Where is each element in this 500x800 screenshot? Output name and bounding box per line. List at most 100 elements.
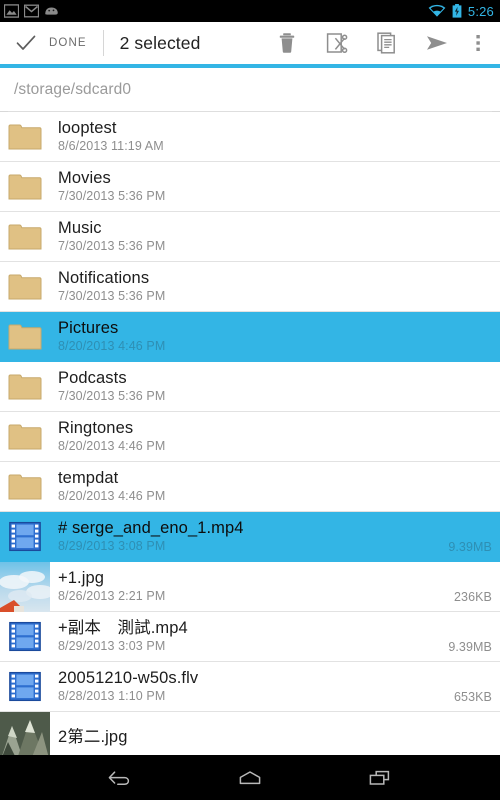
file-list-item[interactable]: 20051210-w50s.flv 8/28/2013 1:10 PM 653K… [0, 662, 500, 712]
recents-icon [369, 770, 390, 785]
video-file-icon [9, 521, 41, 552]
file-size: 653KB [453, 690, 492, 704]
nav-back-button[interactable] [97, 755, 143, 800]
image-thumbnail [0, 712, 50, 755]
image-thumbnail [0, 561, 50, 612]
file-list-item[interactable]: Movies 7/30/2013 5:36 PM [0, 162, 500, 212]
status-bar-system-icons: 5:26 [428, 4, 494, 18]
nav-recents-button[interactable] [357, 755, 403, 800]
status-bar-clock: 5:26 [467, 3, 494, 19]
path-bar[interactable]: /storage/sdcard0 [0, 68, 500, 112]
scissors-icon [326, 33, 348, 54]
file-list-item[interactable]: +1.jpg 8/26/2013 2:21 PM 236KB [0, 561, 500, 612]
file-meta: Movies 7/30/2013 5:36 PM [50, 169, 500, 204]
file-icon-cell [0, 312, 50, 362]
file-name: tempdat [58, 469, 119, 487]
file-manager-screen: 5:26 DONE 2 selected /storage/sdcard0 lo… [0, 0, 500, 800]
file-list-item[interactable]: Podcasts 7/30/2013 5:36 PM [0, 362, 500, 412]
folder-icon [8, 174, 42, 199]
file-date: 8/29/2013 3:03 PM [58, 639, 166, 653]
file-meta: 20051210-w50s.flv 8/28/2013 1:10 PM [50, 669, 454, 704]
status-bar-notification-icons [4, 4, 59, 18]
file-name: Pictures [58, 319, 119, 337]
file-date: 7/30/2013 5:36 PM [58, 289, 166, 303]
file-size: 9.39MB [448, 640, 492, 654]
file-size: 236KB [453, 590, 492, 604]
file-thumbnail-cell [0, 712, 50, 755]
file-date: 8/20/2013 4:46 PM [58, 439, 166, 453]
check-icon [16, 35, 36, 50]
android-face-icon [45, 7, 58, 15]
file-name: Music [58, 219, 102, 237]
file-list-item[interactable]: # serge_and_eno_1.mp4 8/29/2013 3:08 PM … [0, 512, 500, 562]
file-icon-cell [0, 612, 50, 662]
home-icon [239, 770, 261, 784]
file-date: 7/30/2013 5:36 PM [58, 389, 166, 403]
gmail-icon [24, 4, 39, 18]
file-size: 9.39MB [448, 540, 492, 554]
send-button[interactable] [412, 22, 462, 64]
file-name: +1.jpg [58, 569, 105, 587]
status-bar: 5:26 [0, 0, 500, 22]
file-meta: 2第二.jpg [50, 728, 500, 747]
file-list[interactable]: looptest 8/6/2013 11:19 AM Movies 7/30/2… [0, 112, 500, 755]
folder-icon [8, 224, 42, 249]
file-date: 8/20/2013 4:46 PM [58, 339, 166, 353]
navigation-bar [0, 755, 500, 800]
trash-icon [279, 33, 295, 53]
overflow-button[interactable] [462, 22, 494, 64]
back-arrow-icon [108, 770, 130, 785]
file-meta: +副本 測試.mp4 8/29/2013 3:03 PM [50, 619, 448, 654]
file-date: 8/20/2013 4:46 PM [58, 489, 166, 503]
video-file-icon [9, 671, 41, 702]
file-meta: Notifications 7/30/2013 5:36 PM [50, 269, 500, 304]
file-icon-cell [0, 112, 50, 162]
file-list-item[interactable]: 2第二.jpg [0, 712, 500, 755]
action-bar-buttons [262, 22, 494, 64]
action-bar: DONE 2 selected [0, 22, 500, 64]
file-list-item[interactable]: Pictures 8/20/2013 4:46 PM [0, 312, 500, 362]
overflow-menu-icon [476, 35, 480, 51]
file-icon-cell [0, 462, 50, 512]
file-meta: Pictures 8/20/2013 4:46 PM [50, 319, 500, 354]
file-name: Ringtones [58, 419, 134, 437]
folder-icon [8, 374, 42, 399]
file-icon-cell [0, 512, 50, 562]
path-input[interactable]: /storage/sdcard0 [14, 81, 131, 99]
folder-icon [8, 274, 42, 299]
file-thumbnail-cell [0, 561, 50, 612]
file-list-item[interactable]: Ringtones 8/20/2013 4:46 PM [0, 412, 500, 462]
file-name: Notifications [58, 269, 150, 287]
file-date: 8/29/2013 3:08 PM [58, 539, 166, 553]
folder-icon [8, 474, 42, 499]
send-icon [427, 36, 447, 50]
file-icon-cell [0, 162, 50, 212]
done-label: DONE [49, 37, 87, 49]
file-date: 7/30/2013 5:36 PM [58, 189, 166, 203]
file-list-item[interactable]: Notifications 7/30/2013 5:36 PM [0, 262, 500, 312]
file-icon-cell [0, 262, 50, 312]
file-list-item[interactable]: +副本 測試.mp4 8/29/2013 3:03 PM 9.39MB [0, 612, 500, 662]
done-button[interactable]: DONE [14, 31, 87, 55]
file-date: 8/28/2013 1:10 PM [58, 689, 166, 703]
file-meta: +1.jpg 8/26/2013 2:21 PM [50, 569, 454, 604]
copy-button[interactable] [362, 22, 412, 64]
file-list-item[interactable]: Music 7/30/2013 5:36 PM [0, 212, 500, 262]
file-name: +副本 測試.mp4 [58, 619, 188, 637]
file-meta: tempdat 8/20/2013 4:46 PM [50, 469, 500, 504]
folder-icon [8, 324, 42, 349]
file-list-item[interactable]: looptest 8/6/2013 11:19 AM [0, 112, 500, 162]
file-meta: Podcasts 7/30/2013 5:36 PM [50, 369, 500, 404]
selection-count-label: 2 selected [119, 32, 201, 53]
file-icon-cell [0, 212, 50, 262]
folder-icon [8, 424, 42, 449]
copy-icon [377, 32, 395, 54]
nav-home-button[interactable] [227, 755, 273, 800]
file-list-item[interactable]: tempdat 8/20/2013 4:46 PM [0, 462, 500, 512]
delete-button[interactable] [262, 22, 312, 64]
file-meta: Music 7/30/2013 5:36 PM [50, 219, 500, 254]
wifi-icon [428, 4, 446, 17]
file-name: Movies [58, 169, 111, 187]
file-meta: looptest 8/6/2013 11:19 AM [50, 119, 500, 154]
cut-button[interactable] [312, 22, 362, 64]
